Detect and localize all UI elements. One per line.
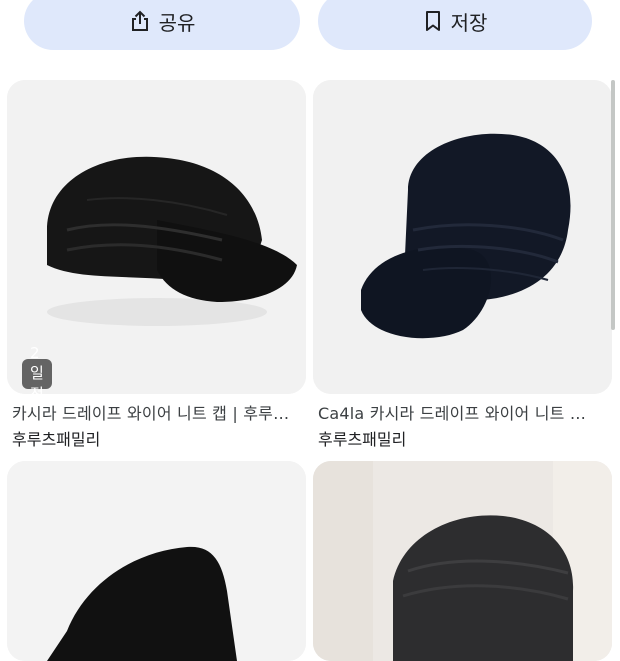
save-button[interactable]: 저장 <box>318 0 592 50</box>
knit-cap-image <box>7 80 306 394</box>
result-image-3[interactable] <box>7 461 306 661</box>
share-button[interactable]: 공유 <box>24 0 300 50</box>
black-cap-image <box>313 80 612 394</box>
result-source-1[interactable]: 후루츠패밀리 <box>12 426 100 450</box>
hat-image <box>7 461 306 661</box>
scrollbar[interactable] <box>611 80 615 330</box>
bookmark-icon <box>425 11 440 31</box>
result-source-2[interactable]: 후루츠패밀리 <box>318 426 406 450</box>
time-badge: 2일 전 <box>22 344 52 403</box>
result-title-2[interactable]: Ca4la 카시라 드레이프 와이어 니트 … <box>318 400 608 424</box>
result-image-4[interactable] <box>313 461 612 661</box>
share-label: 공유 <box>158 10 196 35</box>
save-label: 저장 <box>450 10 488 35</box>
share-icon <box>131 10 148 31</box>
result-image-2[interactable] <box>313 80 612 394</box>
result-title-1[interactable]: 카시라 드레이프 와이어 니트 캡 | 후루… <box>12 400 304 424</box>
wool-cap-image <box>313 461 612 661</box>
result-image-1[interactable] <box>7 80 306 394</box>
